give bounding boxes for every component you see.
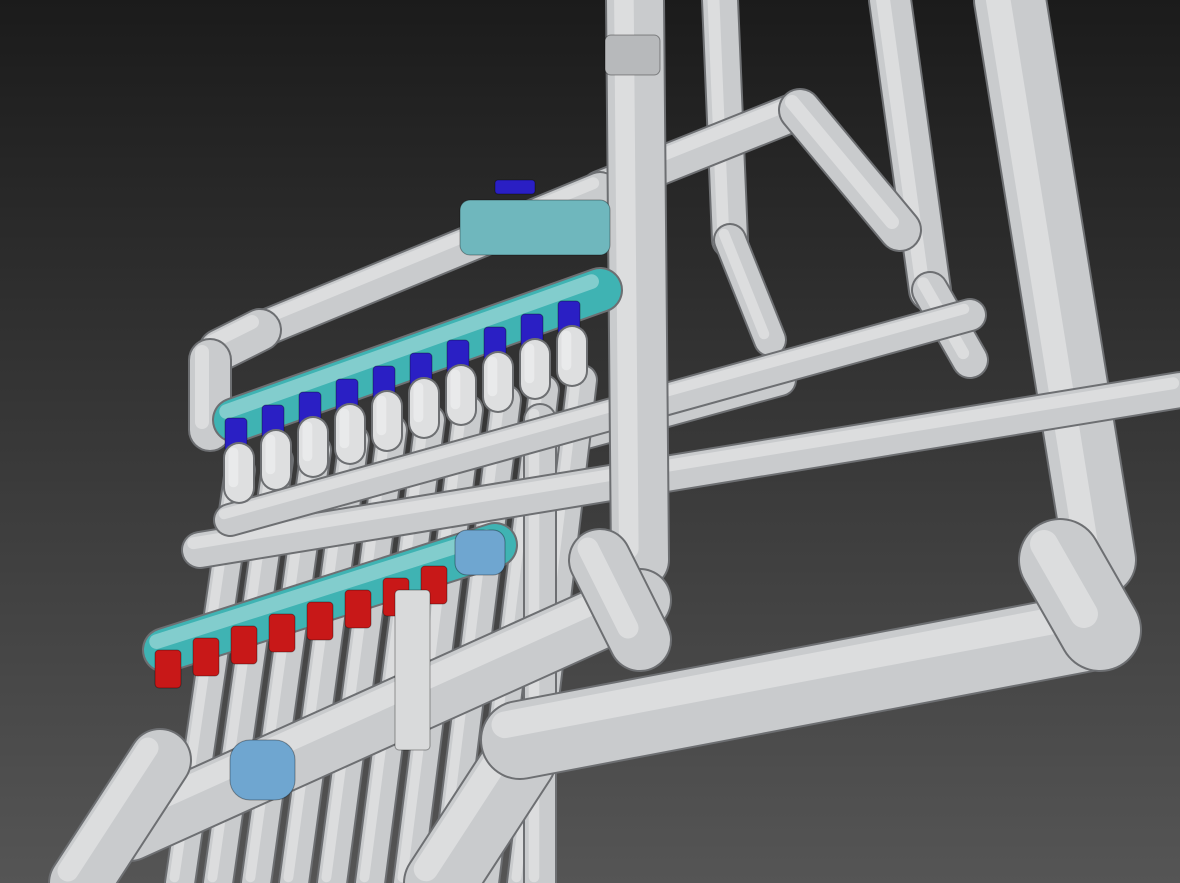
valve-fitting [408,377,440,439]
return-valve-handle [344,589,372,629]
valve-fitting [445,364,477,426]
elbow-pipe [188,338,232,452]
return-valve-handle [192,637,220,677]
return-valve-handle [230,625,258,665]
valve-fitting [482,351,514,413]
valve-fitting [371,390,403,452]
large-elbow [1018,518,1142,672]
main-vertical-pipe [605,0,670,590]
valve-fitting [260,429,292,491]
valve-fitting [519,338,551,400]
valve-fitting [556,325,588,387]
pipe-manifold-render [0,0,1180,883]
return-valve-handle [268,613,296,653]
lever-handle [394,589,431,751]
pipe-coupling [604,34,661,76]
return-valve-handle [154,649,182,689]
valve-fitting [223,442,255,504]
return-valve-handle [306,601,334,641]
valve-fitting [297,416,329,478]
valve-fitting [334,403,366,465]
ball-valve-handle [494,179,536,195]
manifold-end-cap [454,529,506,576]
main-ball-valve [459,199,611,256]
strainer-cap [229,739,296,801]
